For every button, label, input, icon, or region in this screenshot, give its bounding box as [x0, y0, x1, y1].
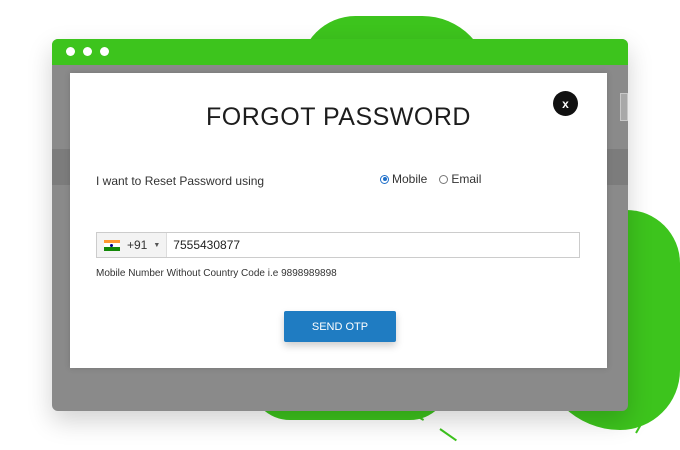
- modal-title: FORGOT PASSWORD: [206, 103, 471, 131]
- window-dot-icon: [66, 47, 75, 56]
- window-dot-icon: [100, 47, 109, 56]
- chevron-down-icon: ▼: [153, 241, 161, 249]
- browser-title-bar: [52, 39, 628, 65]
- phone-number-input[interactable]: [167, 237, 556, 253]
- background-page-element: [620, 93, 628, 121]
- send-otp-button[interactable]: SEND OTP: [284, 311, 396, 342]
- radio-checked-icon[interactable]: [380, 174, 389, 184]
- decorative-line: [439, 428, 457, 442]
- reset-method-label: I want to Reset Password using: [96, 174, 265, 188]
- radio-option-mobile[interactable]: Mobile: [380, 172, 427, 186]
- close-button[interactable]: x: [553, 91, 578, 116]
- radio-label-email: Email: [451, 172, 482, 186]
- phone-number-field: +91 ▼: [96, 232, 580, 258]
- radio-label-mobile: Mobile: [392, 172, 428, 186]
- window-dot-icon: [83, 47, 92, 56]
- reset-method-radio-group: Mobile Email: [380, 172, 493, 186]
- country-code-select[interactable]: +91 ▼: [97, 233, 168, 257]
- radio-option-email[interactable]: Email: [439, 172, 481, 186]
- dial-code: +91: [127, 238, 148, 252]
- india-flag-icon: [104, 239, 120, 251]
- forgot-password-modal: FORGOT PASSWORD x I want to Reset Passwo…: [70, 73, 607, 368]
- radio-unchecked-icon[interactable]: [439, 174, 449, 184]
- phone-hint-text: Mobile Number Without Country Code i.e 9…: [96, 268, 337, 279]
